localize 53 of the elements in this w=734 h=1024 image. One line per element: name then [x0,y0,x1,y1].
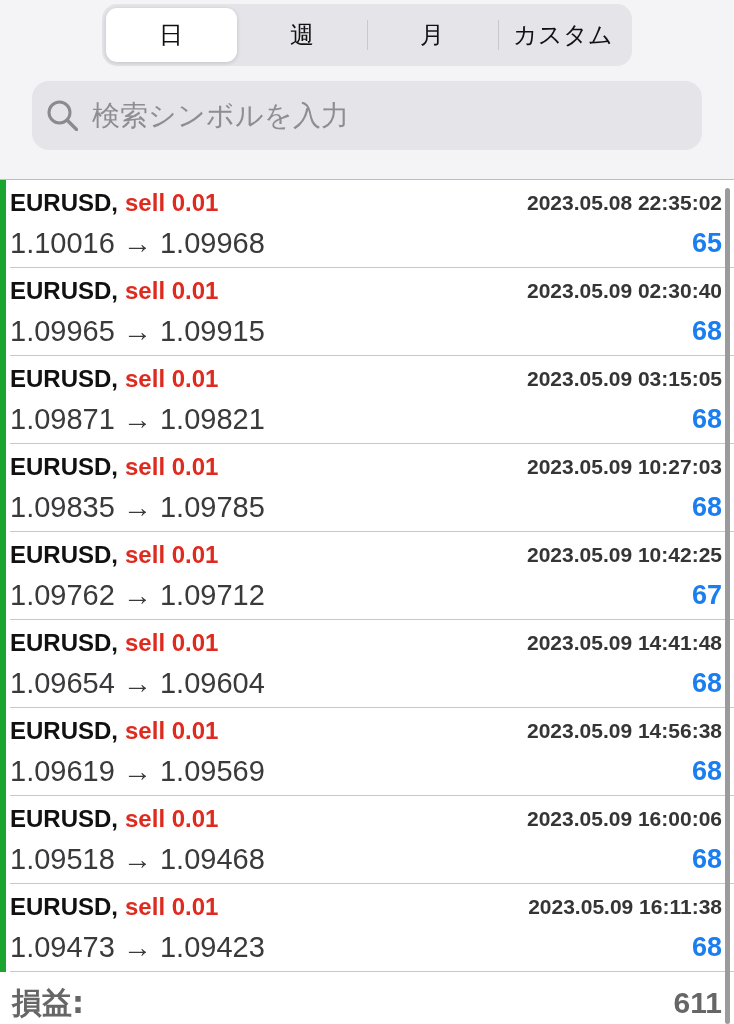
order-type-text: sell 0.01 [125,717,219,745]
profit-value: 68 [691,491,722,523]
price-range-text: 1.10016 → 1.09968 [10,226,265,260]
symbol-text: EURUSD, [10,717,118,745]
period-tab[interactable]: 週 [236,8,367,62]
profit-value: 68 [691,667,722,699]
symbol-text: EURUSD, [10,893,118,921]
total-label: 損益: [12,984,84,1022]
symbol-text: EURUSD, [10,189,118,217]
price-range-text: 1.09965 → 1.09915 [10,314,265,348]
order-type-text: sell 0.01 [125,893,219,921]
trade-time: 2023.05.09 02:30:40 [527,279,722,303]
price-range-text: 1.09871 → 1.09821 [10,402,265,436]
price-range-text: 1.09473 → 1.09423 [10,930,265,964]
symbol-text: EURUSD, [10,453,118,481]
symbol-text: EURUSD, [10,541,118,569]
search-icon [47,100,78,131]
order-type-text: sell 0.01 [125,541,219,569]
trade-time: 2023.05.09 10:27:03 [527,455,722,479]
period-tab[interactable]: カスタム [497,8,628,62]
trade-time: 2023.05.09 14:56:38 [527,719,722,743]
profit-value: 67 [691,579,722,611]
trade-time: 2023.05.09 14:41:48 [527,631,722,655]
profit-value: 68 [691,755,722,787]
period-tab[interactable]: 日 [106,8,237,62]
profit-value: 68 [691,843,722,875]
profit-value: 68 [691,403,722,435]
price-range-text: 1.09835 → 1.09785 [10,490,265,524]
period-tab[interactable]: 月 [367,8,498,62]
trade-time: 2023.05.09 16:00:06 [527,807,722,831]
total-value: 611 [673,985,722,1021]
order-type-text: sell 0.01 [125,805,219,833]
order-type-text: sell 0.01 [125,365,219,393]
trade-time: 2023.05.08 22:35:02 [527,191,722,215]
symbol-text: EURUSD, [10,629,118,657]
symbol-text: EURUSD, [10,277,118,305]
order-type-text: sell 0.01 [125,629,219,657]
trade-time: 2023.05.09 16:11:38 [528,895,722,919]
order-type-text: sell 0.01 [125,189,219,217]
price-range-text: 1.09654 → 1.09604 [10,666,265,700]
price-range-text: 1.09619 → 1.09569 [10,754,265,788]
order-type-text: sell 0.01 [125,453,219,481]
trade-time: 2023.05.09 10:42:25 [527,543,722,567]
order-type-text: sell 0.01 [125,277,219,305]
symbol-text: EURUSD, [10,805,118,833]
price-range-text: 1.09762 → 1.09712 [10,578,265,612]
profit-value: 68 [691,931,722,963]
search-field[interactable]: 検索シンボルを入力 [32,81,702,150]
trade-time: 2023.05.09 03:15:05 [527,367,722,391]
price-range-text: 1.09518 → 1.09468 [10,842,265,876]
profit-value: 65 [691,227,722,259]
profit-value: 68 [691,315,722,347]
symbol-text: EURUSD, [10,365,118,393]
